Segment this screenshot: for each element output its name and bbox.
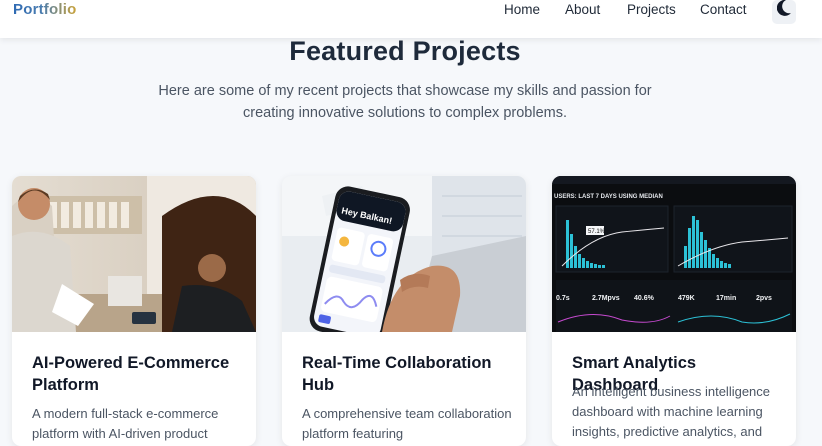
dashboard-callout-text: 57.1%	[588, 229, 606, 235]
project-description-collaboration: A comprehensive team collaboration platf…	[302, 406, 512, 441]
dashboard-metric: 40.6%	[634, 295, 655, 302]
project-card-analytics[interactable]: USERS: LAST 7 DAYS USING MEDIAN 57.1% 47…	[552, 176, 796, 446]
theme-toggle-button[interactable]	[772, 0, 796, 24]
nav-links: Home About Projects Contact	[0, 0, 822, 20]
project-card-ecommerce[interactable]: AI-Powered E-Commerce Platform A modern …	[12, 176, 256, 446]
dashboard-metric: 2pvs	[756, 295, 772, 302]
section-title: Featured Projects	[289, 36, 521, 66]
dashboard-header-text: USERS: LAST 7 DAYS USING MEDIAN	[554, 194, 663, 200]
project-image-ecommerce	[12, 176, 256, 332]
moon-icon	[777, 0, 791, 16]
nav-link-projects[interactable]: Projects	[627, 0, 676, 20]
top-navbar: Portfolio Home About Projects Contact	[0, 0, 822, 38]
nav-link-home[interactable]: Home	[504, 0, 540, 20]
dashboard-metric: 479K	[678, 295, 695, 302]
dashboard-metric: 0.7s	[556, 295, 570, 302]
project-title-ecommerce[interactable]: AI-Powered E-Commerce Platform	[32, 352, 242, 396]
dashboard-metric: 17min	[716, 295, 736, 302]
project-image-analytics: USERS: LAST 7 DAYS USING MEDIAN 57.1% 47…	[552, 176, 796, 332]
project-description-ecommerce: A modern full-stack e-commerce platform …	[32, 406, 219, 441]
section-subtitle: Here are some of my recent projects that…	[158, 83, 652, 121]
project-image-collaboration: Hey Balkan!	[282, 176, 526, 332]
project-title-collaboration[interactable]: Real-Time Collaboration Hub	[302, 352, 512, 396]
project-card-collaboration[interactable]: Hey Balkan! Real-Time Collaboration Hub …	[282, 176, 526, 446]
project-description-analytics: An intelligent business intelligence das…	[572, 384, 771, 439]
dashboard-metric: 2.7Mpvs	[592, 295, 620, 302]
nav-link-contact[interactable]: Contact	[700, 0, 747, 20]
nav-link-about[interactable]: About	[565, 0, 600, 20]
